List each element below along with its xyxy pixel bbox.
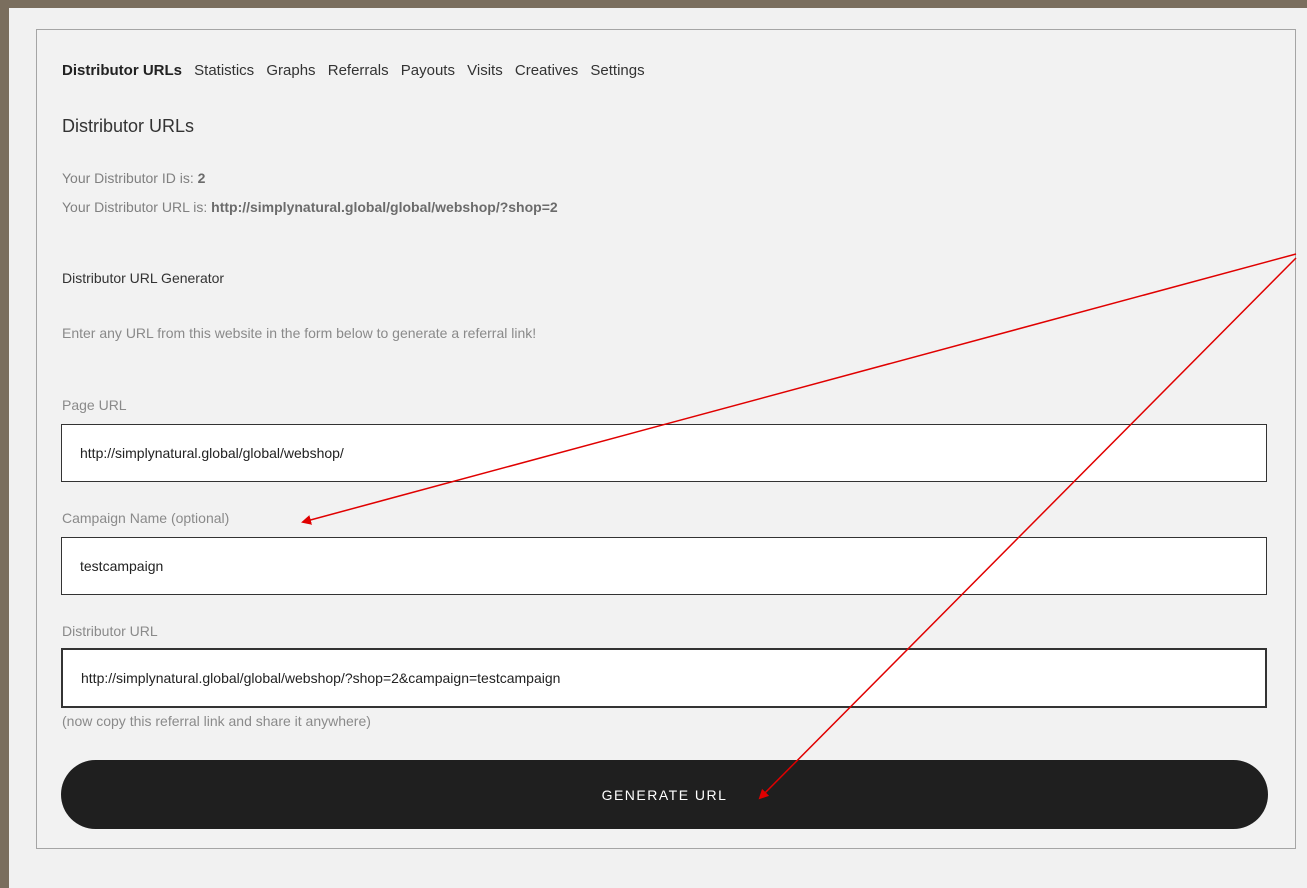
section-title: Distributor URLs bbox=[62, 116, 195, 136]
copy-hint: (now copy this referral link and share i… bbox=[62, 713, 371, 729]
generator-title: Distributor URL Generator bbox=[62, 270, 225, 286]
distributor-url-label: Your Distributor URL is: bbox=[62, 199, 212, 215]
tab-graphs[interactable]: Graphs bbox=[266, 62, 315, 79]
tab-visits[interactable]: Visits bbox=[467, 62, 503, 79]
distributor-id-label: Your Distributor ID is: bbox=[62, 170, 198, 186]
campaign-name-input[interactable] bbox=[61, 537, 1267, 595]
distributor-url-line: Your Distributor URL is: http://simplyna… bbox=[62, 199, 558, 215]
distributor-url-input[interactable] bbox=[61, 648, 1267, 708]
tab-statistics[interactable]: Statistics bbox=[194, 62, 254, 79]
tab-referrals[interactable]: Referrals bbox=[328, 62, 389, 79]
tab-payouts[interactable]: Payouts bbox=[401, 62, 455, 79]
distributor-id-value: 2 bbox=[197, 170, 206, 186]
tab-nav: Distributor URLs Statistics Graphs Refer… bbox=[62, 62, 653, 79]
tab-settings[interactable]: Settings bbox=[590, 62, 644, 79]
distributor-url-field-label: Distributor URL bbox=[62, 623, 158, 639]
tab-distributor-urls[interactable]: Distributor URLs bbox=[62, 62, 182, 79]
distributor-url-value: http://simplynatural.global/global/websh… bbox=[211, 199, 558, 215]
page-url-input[interactable] bbox=[61, 424, 1267, 482]
distributor-id-line: Your Distributor ID is: 2 bbox=[62, 170, 205, 186]
generate-url-button[interactable]: GENERATE URL bbox=[61, 760, 1268, 829]
campaign-name-label: Campaign Name (optional) bbox=[62, 510, 230, 526]
generator-description: Enter any URL from this website in the f… bbox=[62, 325, 537, 341]
page-url-label: Page URL bbox=[62, 397, 127, 413]
tab-creatives[interactable]: Creatives bbox=[515, 62, 578, 79]
